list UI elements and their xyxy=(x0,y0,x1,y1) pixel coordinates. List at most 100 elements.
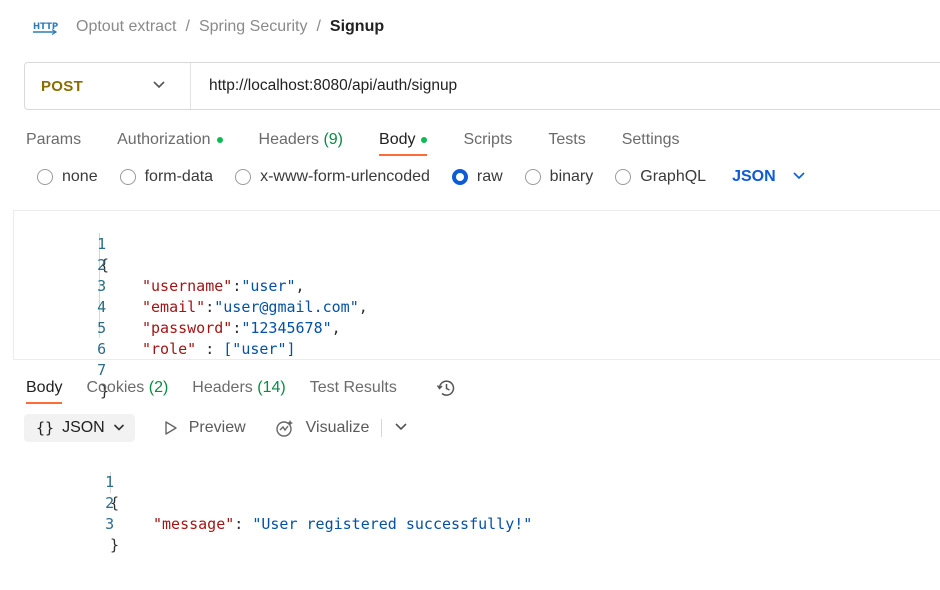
radio-circle xyxy=(524,169,541,185)
radio-graphql[interactable]: GraphQL xyxy=(615,168,706,186)
radio-none[interactable]: none xyxy=(37,168,98,186)
code-line: 3 "email":"user@gmail.com", xyxy=(14,255,368,316)
preview-button[interactable]: Preview xyxy=(163,419,246,437)
code-line: 1 { xyxy=(0,451,119,512)
braces-icon: {} xyxy=(36,419,55,437)
code-line: 5 "role" : ["user"] xyxy=(14,297,295,358)
line-number: 2 xyxy=(97,256,107,274)
response-body-viewer[interactable]: 1 { 2 "message": "User registered succes… xyxy=(0,450,940,554)
radio-circle xyxy=(615,169,632,185)
radio-circle xyxy=(119,169,136,185)
line-number: 4 xyxy=(97,298,107,316)
line-number: 3 xyxy=(97,277,107,295)
format-label: JSON xyxy=(62,419,105,436)
response-toolbar: {} JSON Preview Visualize xyxy=(24,414,408,442)
chevron-down-icon xyxy=(792,168,806,186)
tab-label: Settings xyxy=(621,131,680,148)
code-text: "message": "User registered successfully… xyxy=(153,515,533,533)
status-dot xyxy=(216,137,223,143)
radio-label: binary xyxy=(549,168,594,185)
code-text: } xyxy=(110,536,120,554)
language-label: JSON xyxy=(732,168,776,185)
code-line: 6 xyxy=(14,318,106,358)
method-label: POST xyxy=(41,77,84,95)
chevron-down-icon[interactable] xyxy=(394,419,408,437)
tab-label: Scripts xyxy=(463,131,513,148)
line-number: 2 xyxy=(105,494,115,512)
tab-label: Body xyxy=(26,379,63,396)
radio-binary[interactable]: binary xyxy=(524,168,594,186)
tab-count: (14) xyxy=(257,379,286,396)
status-dot xyxy=(421,137,428,143)
tab-label: Headers xyxy=(258,131,319,148)
request-name[interactable]: Signup xyxy=(330,18,384,36)
response-tab-test-results[interactable]: Test Results xyxy=(310,375,397,401)
request-tabs: Params Authorization Headers (9) Body Sc… xyxy=(26,126,716,156)
tab-authorization[interactable]: Authorization xyxy=(117,126,223,154)
http-icon: HTTP xyxy=(32,17,58,37)
breadcrumb-folder[interactable]: Spring Security xyxy=(199,18,308,36)
tab-label: Params xyxy=(26,131,82,148)
response-tab-headers[interactable]: Headers (14) xyxy=(192,375,285,401)
url-input[interactable]: http://localhost:8080/api/auth/signup xyxy=(209,77,457,95)
line-number: 5 xyxy=(97,319,107,337)
code-text: "email":"user@gmail.com", xyxy=(142,298,368,316)
radio-raw[interactable]: raw xyxy=(451,168,503,186)
breadcrumb-separator: / xyxy=(316,18,321,35)
tab-label: Cookies xyxy=(86,379,145,396)
url-bar: POST http://localhost:8080/api/auth/sign… xyxy=(24,62,940,110)
code-line: 2 "message": "User registered successful… xyxy=(0,472,532,533)
visualize-button[interactable]: Visualize xyxy=(274,418,369,438)
history-icon[interactable] xyxy=(435,378,457,398)
radio-label: GraphQL xyxy=(640,168,707,185)
body-type-options: none form-data x-www-form-urlencoded raw… xyxy=(37,168,806,186)
radio-circle xyxy=(235,169,252,185)
radio-urlencoded[interactable]: x-www-form-urlencoded xyxy=(235,168,430,186)
radio-form-data[interactable]: form-data xyxy=(119,168,214,186)
line-number: 1 xyxy=(105,473,115,491)
toolbar-divider xyxy=(381,419,383,437)
tab-tests[interactable]: Tests xyxy=(548,126,585,154)
breadcrumb-separator: / xyxy=(185,18,190,35)
chevron-down-icon xyxy=(113,419,125,437)
method-select[interactable]: POST xyxy=(25,63,191,109)
play-icon xyxy=(165,421,177,435)
response-format-select[interactable]: {} JSON xyxy=(24,414,135,442)
radio-label: raw xyxy=(476,168,503,185)
tab-label: Authorization xyxy=(117,131,211,148)
preview-label: Preview xyxy=(188,419,246,436)
visualize-icon xyxy=(275,420,293,437)
code-line: 4 "password":"12345678", xyxy=(14,276,341,337)
chevron-down-icon xyxy=(152,77,166,95)
tab-headers[interactable]: Headers (9) xyxy=(259,126,344,154)
code-line: 2 "username":"user", xyxy=(14,234,304,295)
radio-circle-selected xyxy=(451,169,468,185)
radio-label: x-www-form-urlencoded xyxy=(260,168,430,185)
tab-params[interactable]: Params xyxy=(26,126,81,154)
code-line: 1 { xyxy=(14,213,109,274)
language-select[interactable]: JSON xyxy=(732,168,806,186)
response-tab-body[interactable]: Body xyxy=(26,375,63,404)
code-line: 3 } xyxy=(0,493,119,554)
tab-label: Tests xyxy=(548,131,586,148)
tab-body[interactable]: Body xyxy=(379,126,428,156)
code-line: 7 } xyxy=(14,339,109,400)
tab-scripts[interactable]: Scripts xyxy=(463,126,512,154)
line-number: 6 xyxy=(97,340,107,358)
code-text: "password":"12345678", xyxy=(142,319,341,337)
radio-circle xyxy=(37,169,53,185)
code-text: "username":"user", xyxy=(142,277,305,295)
tab-count: (2) xyxy=(148,379,169,396)
response-tabs: Body Cookies (2) Headers (14) Test Resul… xyxy=(26,375,457,404)
tab-label: Test Results xyxy=(309,379,397,396)
radio-label: form-data xyxy=(144,168,214,185)
tab-label: Body xyxy=(379,131,416,148)
breadcrumb-collection[interactable]: Optout extract xyxy=(76,18,177,36)
code-text: "role" : ["user"] xyxy=(142,340,296,358)
radio-label: none xyxy=(62,168,98,185)
line-number: 1 xyxy=(97,235,107,253)
response-tab-cookies[interactable]: Cookies (2) xyxy=(86,375,168,401)
request-body-editor[interactable]: 1 { 2 "username":"user", 3 "email":"user… xyxy=(13,210,940,400)
tab-settings[interactable]: Settings xyxy=(622,126,680,154)
tab-label: Headers xyxy=(192,379,253,396)
